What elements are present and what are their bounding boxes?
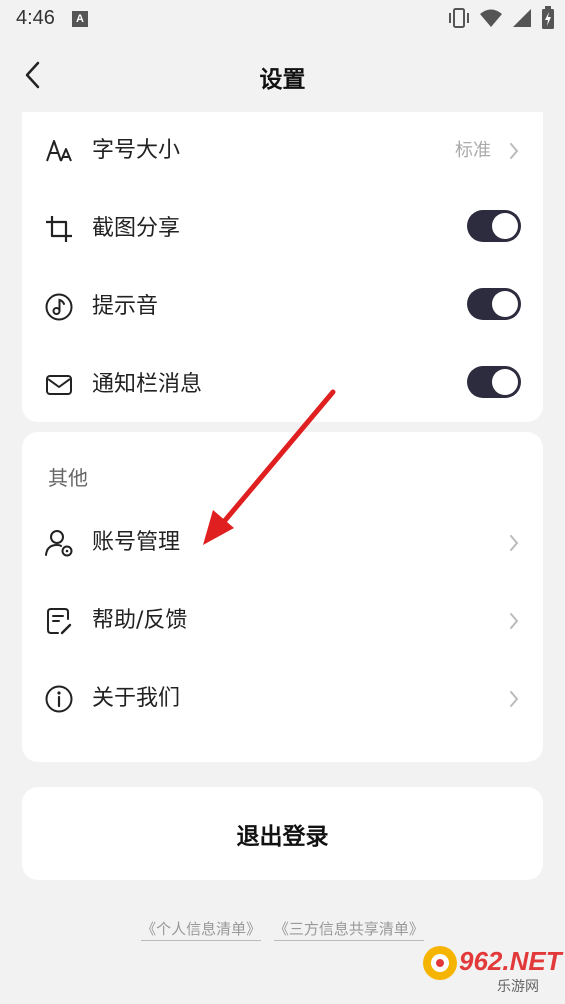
sound-toggle[interactable] <box>467 288 521 320</box>
wifi-icon <box>480 9 502 27</box>
header: 设置 <box>0 40 565 112</box>
account-management-label: 账号管理 <box>92 530 181 555</box>
help-feedback-label: 帮助/反馈 <box>92 608 188 633</box>
signal-icon <box>513 9 531 27</box>
user-gear-icon <box>45 530 73 557</box>
screenshot-share-toggle[interactable] <box>467 210 521 242</box>
status-icons <box>447 6 555 30</box>
crop-icon <box>46 216 72 242</box>
font-size-row[interactable]: 字号大小 标准 <box>22 112 543 190</box>
sound-label: 提示音 <box>92 294 159 319</box>
screenshot-share-row: 截图分享 <box>22 190 543 268</box>
screenshot-share-label: 截图分享 <box>92 216 181 241</box>
notification-badge-icon: A <box>72 11 88 27</box>
help-feedback-row[interactable]: 帮助/反馈 <box>22 582 543 660</box>
footer-links: 《个人信息清单》 《三方信息共享清单》 <box>0 918 565 941</box>
music-note-icon <box>45 293 73 321</box>
third-party-sharing-list-link[interactable]: 《三方信息共享清单》 <box>273 920 424 941</box>
logout-label: 退出登录 <box>236 824 329 850</box>
toggle-knob <box>492 291 518 317</box>
chevron-right-icon <box>510 535 519 551</box>
toggle-knob <box>492 213 518 239</box>
about-us-row[interactable]: 关于我们 <box>22 660 543 738</box>
other-card: 其他 账号管理 帮助/反馈 关于我们 <box>22 432 543 762</box>
font-size-icon <box>46 140 72 162</box>
battery-icon <box>542 6 554 29</box>
logout-button[interactable]: 退出登录 <box>22 787 543 880</box>
toggle-knob <box>492 369 518 395</box>
watermark-logo: 962.NET 乐游网 <box>419 940 562 1000</box>
vibrate-icon <box>449 8 469 28</box>
sound-row: 提示音 <box>22 268 543 346</box>
feedback-icon <box>47 608 72 635</box>
info-icon <box>45 685 73 713</box>
chevron-right-icon <box>510 143 519 159</box>
watermark-logo-icon <box>423 946 457 980</box>
notification-label: 通知栏消息 <box>92 372 203 397</box>
about-us-label: 关于我们 <box>92 686 181 711</box>
status-bar: 4:46 A <box>0 0 565 40</box>
section-title: 其他 <box>48 466 88 490</box>
chevron-right-icon <box>510 613 519 629</box>
chevron-right-icon <box>510 691 519 707</box>
page-title: 设置 <box>259 67 306 93</box>
personal-info-list-link[interactable]: 《个人信息清单》 <box>141 920 262 941</box>
mail-icon <box>46 375 72 395</box>
status-time: 4:46 <box>16 7 55 29</box>
account-management-row[interactable]: 账号管理 <box>22 504 543 582</box>
font-size-value: 标准 <box>455 140 491 161</box>
notification-row: 通知栏消息 <box>22 346 543 424</box>
font-size-label: 字号大小 <box>92 138 181 163</box>
watermark-text: 962.NET <box>459 946 562 976</box>
notification-toggle[interactable] <box>467 366 521 398</box>
settings-card: 字号大小 标准 截图分享 提示音 通知栏消息 <box>22 112 543 422</box>
watermark-subtext: 乐游网 <box>497 979 539 995</box>
